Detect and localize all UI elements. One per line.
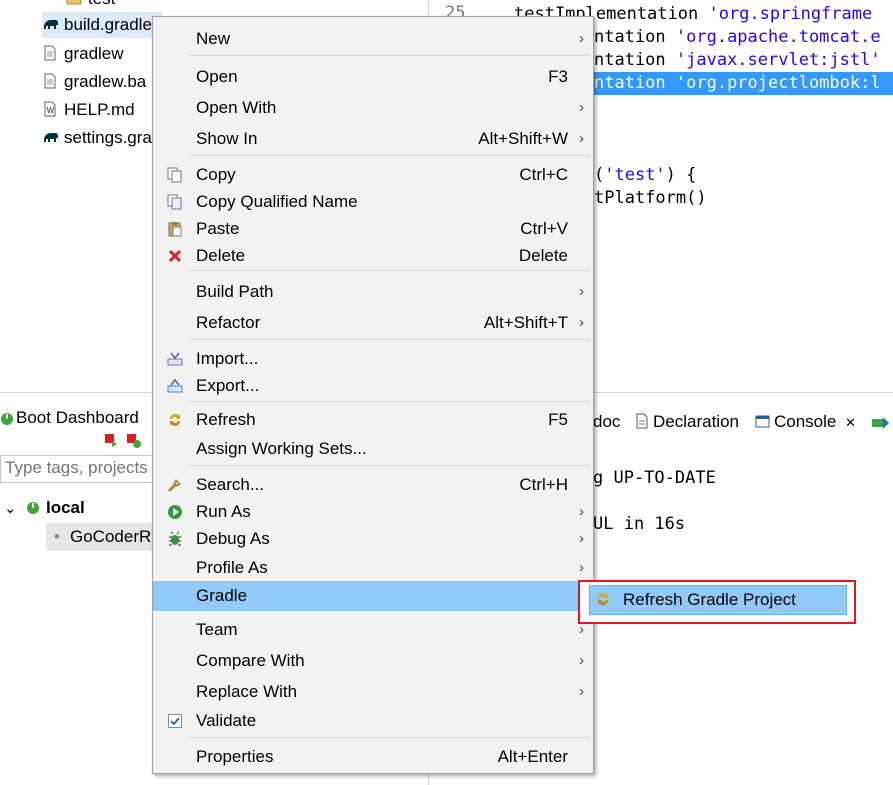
chevron-right-icon: › (579, 99, 584, 116)
file-icon (42, 73, 58, 89)
menu-item-properties[interactable]: Properties Alt+Enter (153, 743, 593, 770)
menu-item-copy[interactable]: Copy Ctrl+C (153, 161, 593, 188)
chevron-right-icon: › (579, 283, 584, 300)
gradle-elephant-icon (42, 16, 58, 32)
file-icon (42, 45, 58, 61)
code-line-selected[interactable]: ntation 'org.projectlombok:l (594, 72, 893, 95)
tree-item-gradlew-bat[interactable]: gradlew.ba (42, 69, 146, 95)
menu-item-refactor[interactable]: Refactor Alt+Shift+T › (153, 309, 593, 336)
code-line[interactable]: ntation 'javax.servlet:jstl' (594, 49, 881, 72)
menu-item-search[interactable]: Search... Ctrl+H (153, 471, 593, 498)
chevron-right-icon: › (579, 683, 584, 700)
menu-item-team[interactable]: Team › (153, 616, 593, 643)
console-line: g UP-TO-DATE (593, 468, 716, 488)
menu-item-profile-as[interactable]: Profile As › (153, 554, 593, 581)
tab-declaration[interactable]: Declaration (635, 407, 739, 437)
chevron-right-icon: › (579, 559, 584, 576)
import-icon (167, 351, 183, 367)
menu-item-validate[interactable]: Validate (153, 707, 593, 734)
context-menu: New › Open F3 Open With › Show In Alt+Shift+… (152, 16, 594, 774)
menu-separator (189, 465, 590, 466)
svg-text:W: W (47, 106, 55, 115)
filter-input[interactable] (1, 456, 169, 480)
tree-item-gradlew[interactable]: gradlew (42, 41, 124, 67)
gradle-submenu-highlight: Refresh Gradle Project (578, 580, 856, 624)
menu-item-assign-working-sets[interactable]: Assign Working Sets... (153, 435, 593, 462)
chevron-right-icon: › (579, 503, 584, 520)
menu-item-delete[interactable]: Delete Delete (153, 242, 593, 269)
menu-item-paste[interactable]: Paste Ctrl+V (153, 215, 593, 242)
refresh-icon (595, 591, 611, 607)
menu-item-open[interactable]: Open F3 (153, 63, 593, 90)
menu-item-new[interactable]: New › (153, 25, 593, 52)
paste-icon (167, 221, 183, 237)
menu-separator (189, 155, 590, 156)
menu-item-run-as[interactable]: Run As › (153, 498, 593, 525)
code-line[interactable]: ntation 'org.apache.tomcat.e (594, 26, 881, 49)
close-icon[interactable]: ✕ (845, 415, 856, 430)
delete-icon (167, 248, 183, 264)
tab-javadoc[interactable]: doc (593, 407, 620, 437)
progress-icon[interactable] (871, 415, 889, 431)
folder-icon (66, 0, 82, 6)
tree-item-settings-gradle[interactable]: settings.gra (42, 125, 152, 151)
boot-filter-field[interactable] (0, 455, 172, 483)
chevron-right-icon: › (579, 530, 584, 547)
console-line: UL in 16s (593, 514, 686, 534)
menu-item-compare-with[interactable]: Compare With › (153, 647, 593, 674)
menu-item-export[interactable]: Export... (153, 372, 593, 399)
gradle-elephant-icon (42, 129, 58, 145)
menu-item-copy-qualified-name[interactable]: Copy Qualified Name (153, 188, 593, 215)
copy-icon (167, 167, 183, 183)
chevron-right-icon: › (579, 30, 584, 47)
chevron-right-icon: › (579, 130, 584, 147)
tree-item-help-md[interactable]: W HELP.md (42, 97, 135, 123)
checkbox-checked-icon (167, 713, 183, 729)
chevron-right-icon: › (579, 314, 584, 331)
power-icon (26, 499, 40, 515)
stop-icon[interactable] (104, 433, 118, 447)
menu-item-debug-as[interactable]: Debug As › (153, 525, 593, 552)
menu-item-import[interactable]: Import... (153, 345, 593, 372)
menu-item-refresh-gradle-project[interactable]: Refresh Gradle Project (589, 585, 847, 615)
menu-item-refresh[interactable]: Refresh F5 (153, 406, 593, 433)
tree-item-test-folder[interactable]: test (66, 0, 115, 12)
menu-separator (189, 401, 590, 402)
menu-separator (189, 55, 590, 56)
menu-item-build-path[interactable]: Build Path › (153, 278, 593, 305)
code-line[interactable]: ('test') { (594, 164, 696, 187)
menu-item-show-in[interactable]: Show In Alt+Shift+W › (153, 125, 593, 152)
menu-item-open-with[interactable]: Open With › (153, 94, 593, 121)
tab-console[interactable]: Console ✕ (755, 407, 861, 437)
declaration-icon (635, 413, 649, 429)
menu-separator (189, 270, 590, 271)
refresh-icon (167, 412, 183, 428)
copy-qualified-name-icon (167, 194, 183, 210)
restart-icon[interactable] (126, 433, 142, 449)
tree-item-build-gradle[interactable]: build.gradle (42, 12, 162, 38)
run-icon (167, 504, 183, 520)
console-icon (755, 414, 770, 429)
debug-bug-icon (167, 531, 183, 547)
search-flashlight-icon (167, 477, 183, 493)
markdown-file-icon: W (42, 101, 58, 117)
dot-icon: • (54, 527, 60, 546)
local-group-label[interactable]: local (46, 498, 85, 518)
power-icon (0, 410, 14, 426)
menu-separator (189, 737, 590, 738)
menu-item-replace-with[interactable]: Replace With › (153, 678, 593, 705)
export-icon (167, 378, 183, 394)
code-line[interactable]: tPlatform() (594, 187, 707, 210)
menu-separator (189, 339, 590, 340)
menu-item-gradle[interactable]: Gradle› (153, 581, 593, 611)
chevron-down-icon[interactable]: ⌄ (4, 499, 17, 517)
app-list-item[interactable]: • GoCoderR (46, 523, 166, 551)
chevron-right-icon: › (579, 652, 584, 669)
